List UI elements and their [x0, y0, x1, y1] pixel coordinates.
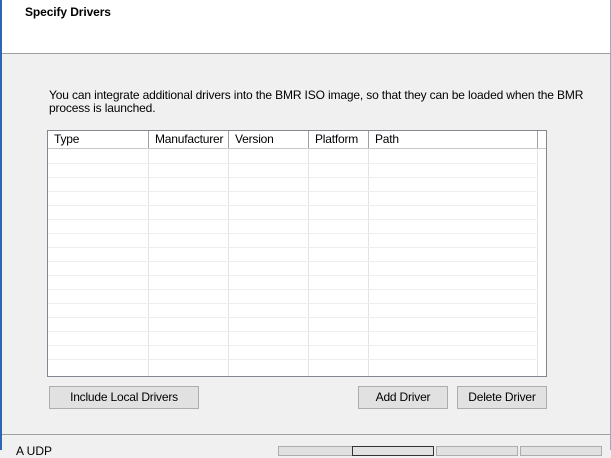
wizard-header: Specify Drivers: [2, 0, 610, 53]
cancel-button[interactable]: [436, 446, 518, 456]
row-divider: [48, 177, 538, 178]
row-divider: [48, 359, 538, 360]
row-divider: [48, 205, 538, 206]
help-button[interactable]: [520, 446, 602, 456]
table-body: [48, 149, 546, 376]
column-divider: [368, 149, 369, 376]
column-header-version[interactable]: Version: [229, 131, 309, 148]
row-divider: [48, 247, 538, 248]
row-divider: [48, 289, 538, 290]
row-divider: [48, 261, 538, 262]
column-divider: [308, 149, 309, 376]
column-header-type[interactable]: Type: [48, 131, 149, 148]
row-divider: [48, 191, 538, 192]
column-header-platform[interactable]: Platform: [309, 131, 369, 148]
window-left-border: [0, 0, 2, 450]
row-divider: [48, 163, 538, 164]
row-divider: [48, 233, 538, 234]
row-divider: [48, 345, 538, 346]
include-local-drivers-button[interactable]: Include Local Drivers: [49, 386, 199, 409]
page-title: Specify Drivers: [25, 5, 111, 19]
add-driver-button[interactable]: Add Driver: [358, 386, 448, 409]
back-button[interactable]: [278, 446, 360, 456]
description-text: You can integrate additional drivers int…: [49, 89, 583, 115]
next-button[interactable]: [352, 446, 434, 456]
delete-driver-button[interactable]: Delete Driver: [457, 386, 547, 409]
drivers-table[interactable]: Type Manufacturer Version Platform Path: [47, 130, 547, 377]
row-divider: [48, 303, 538, 304]
footer-divider: [2, 434, 610, 435]
row-divider: [48, 331, 538, 332]
column-divider: [537, 149, 538, 376]
description-line-2: process is launched.: [49, 101, 156, 115]
column-divider: [148, 149, 149, 376]
column-header-manufacturer[interactable]: Manufacturer: [149, 131, 229, 148]
row-divider: [48, 219, 538, 220]
row-divider: [48, 317, 538, 318]
column-header-path[interactable]: Path: [369, 131, 538, 148]
footer-branding: A UDP: [16, 444, 53, 458]
column-divider: [228, 149, 229, 376]
row-divider: [48, 275, 538, 276]
table-header: Type Manufacturer Version Platform Path: [48, 131, 546, 149]
header-divider: [2, 53, 610, 54]
